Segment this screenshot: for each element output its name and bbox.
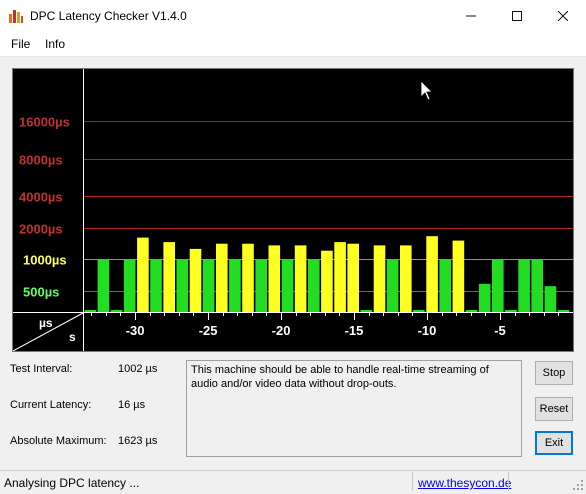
latency-bar [294, 245, 307, 312]
latency-bar [518, 259, 530, 312]
latency-bar [242, 243, 254, 312]
latency-bar [281, 259, 294, 312]
stop-button[interactable]: Stop [535, 361, 573, 385]
minimize-button[interactable] [448, 0, 494, 32]
absolute-maximum-label: Absolute Maximum: [10, 435, 107, 447]
latency-bar [97, 259, 110, 312]
current-latency-label: Current Latency: [10, 399, 92, 411]
latency-bar [492, 259, 504, 312]
latency-bar [216, 243, 228, 312]
status-message: This machine should be able to handle re… [186, 360, 522, 457]
cursor-icon [420, 80, 433, 101]
latency-bar [255, 259, 267, 312]
status-separator [508, 472, 509, 491]
x-tick-label: -10 [418, 323, 437, 338]
x-tick-label: -20 [272, 323, 291, 338]
latency-bar [334, 242, 346, 312]
latency-bar [465, 310, 478, 312]
y-tick-label: 8000µs [19, 153, 63, 168]
latency-bar [360, 310, 373, 312]
latency-bar [110, 310, 123, 312]
website-link[interactable]: www.thesycon.de [418, 476, 511, 490]
latency-bar [150, 259, 162, 312]
y-tick-label: 1000µs [23, 253, 67, 268]
menu-bar: File Info [0, 32, 586, 57]
close-button[interactable] [540, 0, 586, 32]
window-title: DPC Latency Checker V1.4.0 [30, 9, 187, 23]
title-bar[interactable]: DPC Latency Checker V1.4.0 [0, 0, 586, 32]
latency-bar [478, 283, 491, 312]
minimize-icon [466, 15, 476, 17]
test-interval-label: Test Interval: [10, 363, 73, 375]
reset-button[interactable]: Reset [535, 397, 573, 421]
latency-bar [202, 259, 215, 312]
latency-bar [137, 237, 149, 312]
menu-file[interactable]: File [11, 37, 30, 51]
latency-bar [557, 310, 570, 312]
latency-bar [163, 242, 175, 312]
latency-bar [321, 250, 333, 312]
x-tick-label: -15 [345, 323, 364, 338]
latency-bar [373, 245, 386, 312]
y-tick-label: 4000µs [19, 190, 63, 205]
corner-unit-s: s [69, 330, 76, 344]
latency-bar [189, 248, 202, 312]
corner-unit-us: µs [39, 316, 53, 330]
latency-bar [505, 310, 517, 312]
menu-info[interactable]: Info [45, 37, 65, 51]
latency-chart-svg: µs s 16000µs 8000µs 4000µs 2000µs 1000µs 500µ… [13, 69, 573, 351]
test-interval-value: 1002 µs [118, 363, 158, 375]
latency-bar [413, 310, 425, 312]
latency-bar [544, 286, 557, 312]
y-tick-label: 16000µs [19, 115, 70, 130]
latency-bar [176, 259, 189, 312]
app-icon [9, 10, 23, 23]
latency-bar [386, 259, 399, 312]
absolute-maximum-value: 1623 µs [118, 435, 158, 447]
latency-bar [84, 310, 97, 312]
current-latency-value: 16 µs [118, 399, 146, 411]
y-tick-label: 500µs [23, 285, 59, 300]
latency-bar [426, 236, 438, 312]
latency-bar [308, 259, 320, 312]
latency-bar [531, 259, 543, 312]
maximize-button[interactable] [494, 0, 540, 32]
latency-chart: µs s 16000µs 8000µs 4000µs 2000µs 1000µs 500µ… [12, 68, 574, 352]
resize-grip-icon[interactable] [572, 479, 584, 491]
x-tick-label: -5 [494, 323, 506, 338]
maximize-icon [512, 11, 522, 21]
latency-bar [439, 259, 451, 312]
x-tick-label: -30 [126, 323, 145, 338]
status-text: Analysing DPC latency ... [4, 476, 140, 490]
y-tick-label: 2000µs [19, 222, 63, 237]
latency-bar [347, 243, 359, 312]
close-icon [558, 11, 568, 21]
latency-bar [452, 240, 465, 312]
exit-button[interactable]: Exit [535, 431, 573, 455]
x-tick-label: -25 [199, 323, 218, 338]
status-separator [412, 472, 413, 491]
latency-bar [123, 259, 136, 312]
latency-bar [229, 259, 241, 312]
latency-bar [268, 245, 281, 312]
latency-bar [400, 245, 412, 312]
status-bar: Analysing DPC latency ... www.thesycon.d… [0, 470, 586, 494]
